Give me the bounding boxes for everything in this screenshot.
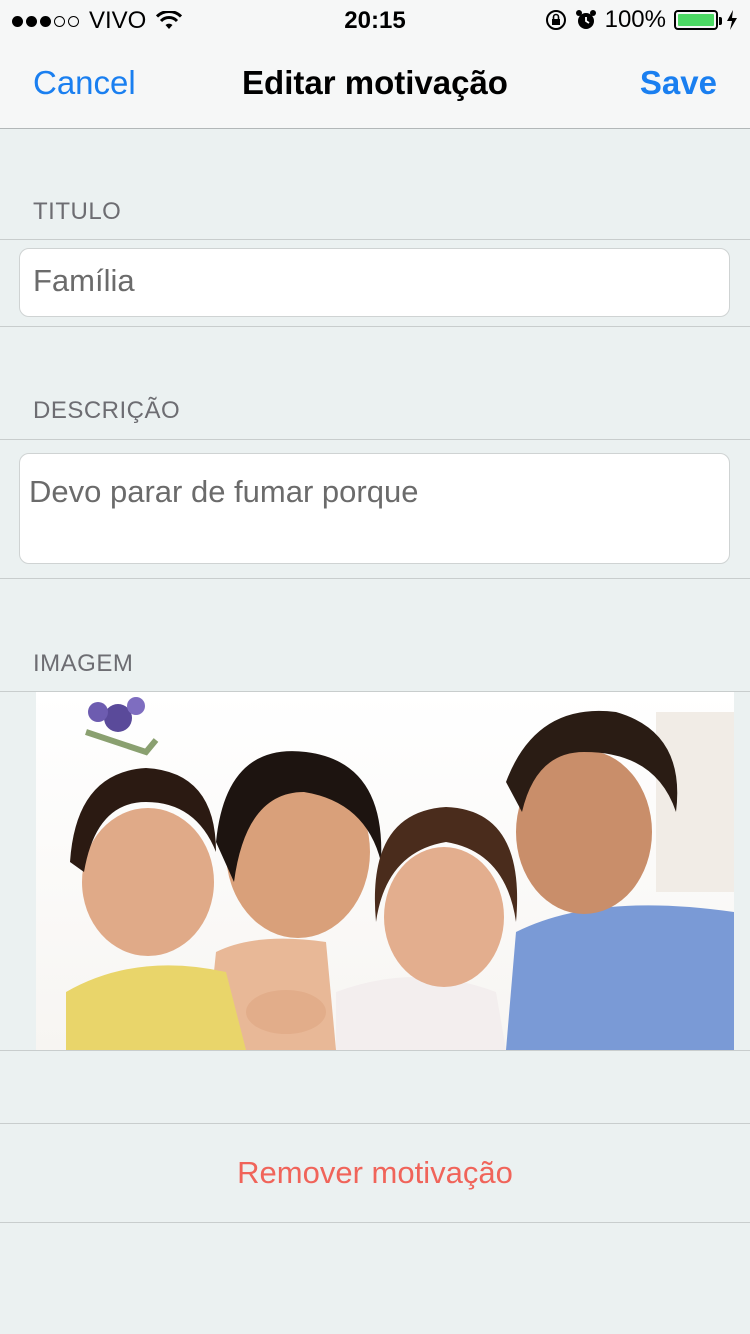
description-section-header: DESCRIÇÃO bbox=[33, 397, 181, 424]
remove-motivation-button[interactable]: Remover motivação bbox=[0, 1124, 750, 1222]
divider bbox=[0, 239, 750, 240]
family-photo bbox=[66, 697, 734, 1050]
title-field-value: Família bbox=[33, 263, 135, 298]
divider bbox=[0, 1222, 750, 1223]
divider bbox=[0, 439, 750, 440]
alarm-icon bbox=[575, 10, 596, 29]
navigation-bar: Cancel Editar motivação Save bbox=[0, 40, 750, 129]
description-field-value: Devo parar de fumar porque bbox=[29, 474, 419, 509]
battery-icon bbox=[674, 10, 722, 30]
divider bbox=[0, 1050, 750, 1051]
charging-icon bbox=[727, 10, 737, 30]
battery-fill bbox=[678, 14, 714, 26]
status-right: 100% bbox=[545, 6, 738, 34]
divider bbox=[0, 326, 750, 327]
status-bar: VIVO 20:15 100% bbox=[0, 0, 750, 40]
battery-percent: 100% bbox=[604, 6, 666, 33]
divider bbox=[0, 578, 750, 579]
save-button[interactable]: Save bbox=[640, 64, 717, 102]
orientation-lock-icon bbox=[545, 10, 566, 30]
page-title: Editar motivação bbox=[242, 64, 508, 101]
motivation-image[interactable] bbox=[36, 692, 734, 1050]
title-field[interactable]: Família bbox=[19, 248, 730, 317]
image-section-header: IMAGEM bbox=[33, 650, 134, 677]
description-field[interactable]: Devo parar de fumar porque bbox=[19, 453, 730, 564]
battery-cap bbox=[719, 17, 722, 25]
title-section-header: TITULO bbox=[33, 198, 122, 225]
